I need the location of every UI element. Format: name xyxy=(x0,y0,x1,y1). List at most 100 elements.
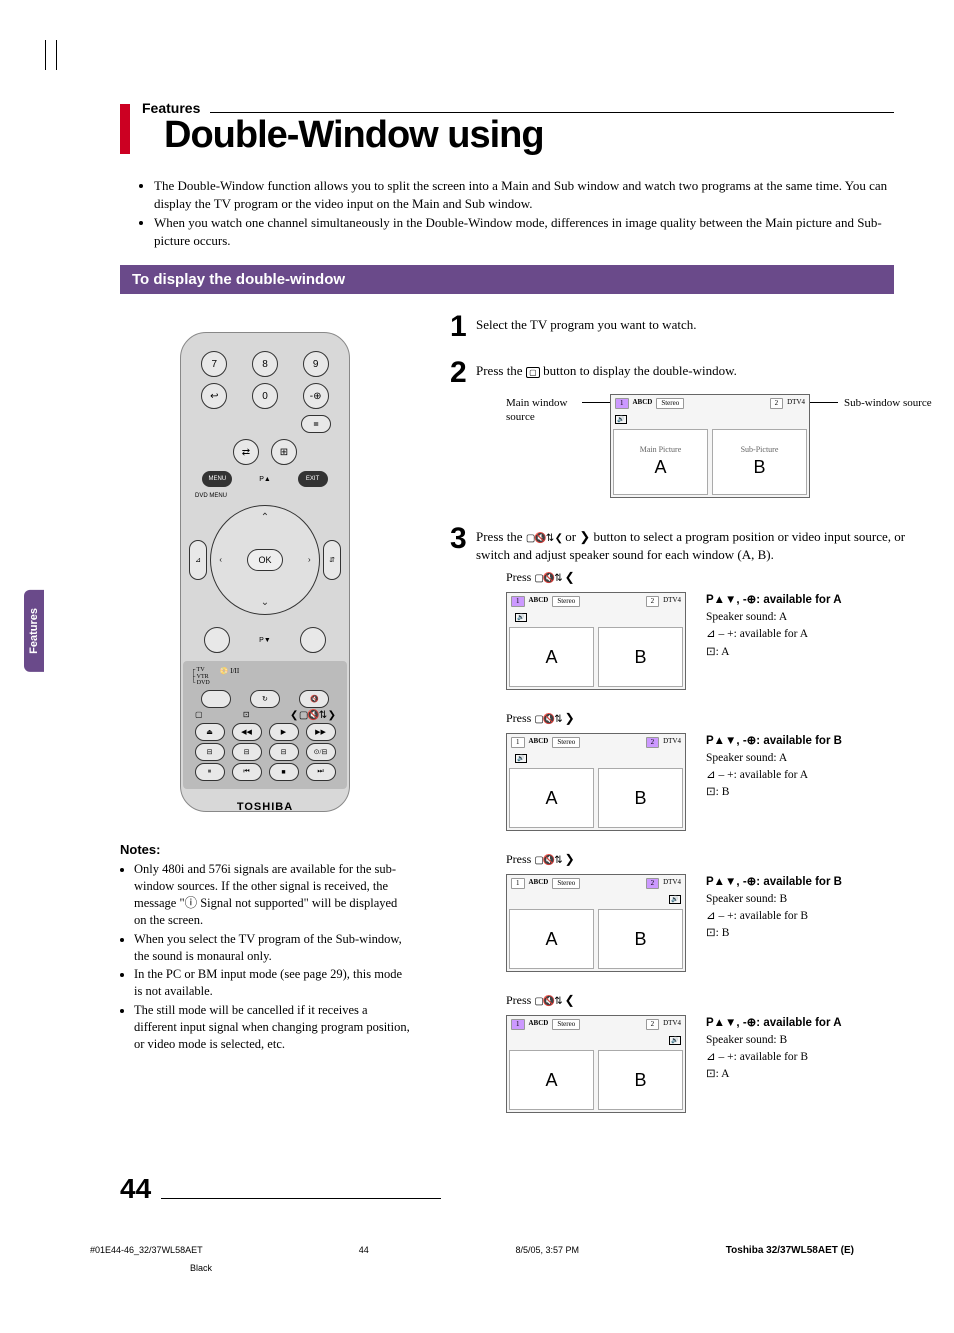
text-icon: ⊟ xyxy=(269,743,299,761)
state-block: Press ▢🔇⇅ ❯ 1 ABCD Stereo 2 DTV4 🔊 xyxy=(506,851,934,972)
stereo-chip: Stereo xyxy=(552,596,580,607)
digit-8: 8 xyxy=(252,351,278,377)
ch-chip: 2 xyxy=(770,398,784,409)
stop-icon: ■ xyxy=(269,763,299,781)
info-line: ⊡: A xyxy=(706,1066,842,1083)
note-item: In the PC or BM input mode (see page 29)… xyxy=(134,966,410,1000)
rewind-icon: ◀◀ xyxy=(232,723,262,741)
text: Press the xyxy=(476,363,526,378)
eject-icon: ⏏ xyxy=(195,723,225,741)
speaker-icon: 🔊 xyxy=(615,415,627,424)
digit-7: 7 xyxy=(201,351,227,377)
nav-ring: ⌃ ⌄ ‹ › OK xyxy=(210,505,320,615)
return-icon: ↩ xyxy=(201,383,227,409)
text: or xyxy=(565,529,579,544)
next-icon: ⏭ xyxy=(306,763,336,781)
ok-button: OK xyxy=(247,549,283,571)
ch-chip: 2 xyxy=(646,878,660,889)
dvd-label: DVD xyxy=(197,680,210,686)
info-line: P▲▼, -⊕: available for B xyxy=(706,876,842,888)
title-accent-bar xyxy=(120,104,130,154)
state-block: Press ▢🔇⇅ ❯ 1 ABCD Stereo 2 DTV4 🔊 xyxy=(506,710,934,831)
prev-icon: ⏮ xyxy=(232,763,262,781)
play-icon: ▶ xyxy=(269,723,299,741)
step-number: 2 xyxy=(450,358,476,508)
av-control-block: ┌ TV ├ VTR └ DVD 📀 I/II ↻ 🔇 ▢ ⊡ ❮ ▢🔇⇅ ❯ xyxy=(183,661,347,789)
vtr-label: VTR xyxy=(197,674,209,680)
mute-icon: 🔇 xyxy=(299,690,329,708)
side-tab-features: Features xyxy=(24,590,44,672)
list-icon: ≣ xyxy=(301,415,331,433)
state-tv: 1 ABCD Stereo 2 DTV4 🔊 A B xyxy=(506,874,686,972)
speaker-icon: 🔊 xyxy=(669,1036,681,1045)
ch-chip: 1 xyxy=(615,398,629,409)
ch-chip: 2 xyxy=(646,737,660,748)
pane-a: A xyxy=(545,786,557,810)
dw-button-icon: ▢ xyxy=(526,367,540,378)
ch-chip: 2 xyxy=(646,1019,660,1030)
dw-nav-icon: ▢🔇⇅ xyxy=(534,996,561,1007)
text-icon: ⊟ xyxy=(232,743,262,761)
step-text: Press the ▢🔇⇅ ❮ or ❯ button to select a … xyxy=(476,524,934,1133)
step-text: Select the TV program you want to watch. xyxy=(476,312,934,342)
note-item: The still mode will be cancelled if it r… xyxy=(134,1002,410,1053)
sub-source-label: Sub-window source xyxy=(844,394,934,410)
info-line: P▲▼, -⊕: available for A xyxy=(706,594,842,606)
state-info: P▲▼, -⊕: available for B Speaker sound: … xyxy=(706,733,842,802)
record-icon: ⊙/⊟ xyxy=(306,743,336,761)
text-icon: ⊟ xyxy=(195,743,225,761)
speaker-icon: 🔊 xyxy=(515,754,527,763)
stereo-chip: Stereo xyxy=(552,878,580,889)
footer-doc-id: #01E44-46_32/37WL58AET xyxy=(90,1245,203,1255)
stereo-chip: Stereo xyxy=(552,737,580,748)
arrow-icon: ❮ xyxy=(565,993,575,1007)
p-down-label: P▼ xyxy=(259,637,271,644)
step-number: 1 xyxy=(450,312,476,342)
abcd-label: ABCD xyxy=(633,398,653,409)
press-label: Press xyxy=(506,711,531,725)
note-item: Only 480i and 576i signals are available… xyxy=(134,861,410,929)
info-line: ⊿ – +: available for A xyxy=(706,626,842,643)
page-number: 44 xyxy=(120,1173,151,1205)
pane-a: A xyxy=(545,645,557,669)
dtv-label: DTV4 xyxy=(787,398,805,409)
ch-chip: 1 xyxy=(511,596,525,607)
pause-icon: ⏸ xyxy=(195,763,225,781)
abcd-label: ABCD xyxy=(529,1019,549,1030)
dw-nav-icon: ▢🔇⇅ xyxy=(534,855,561,866)
intro-bullets: The Double-Window function allows you to… xyxy=(140,177,894,249)
stereo-chip: Stereo xyxy=(552,1019,580,1030)
step-2: 2 Press the ▢ button to display the doub… xyxy=(450,358,934,508)
abcd-label: ABCD xyxy=(529,596,549,607)
footer: #01E44-46_32/37WL58AET Black 44 8/5/05, … xyxy=(90,1245,854,1273)
speaker-icon: 🔊 xyxy=(515,613,527,622)
input-icon: -⊕ xyxy=(303,383,329,409)
still-icon: ⊡ xyxy=(243,710,250,721)
remote-illustration: 7 8 9 ↩ 0 -⊕ ≣ ⇄ ⊞ MENU P▲ EXIT DVD MENU xyxy=(180,332,350,812)
dw-icon: ▢ xyxy=(195,710,203,721)
page-title: Double-Window using xyxy=(164,114,894,157)
info-line: ⊡: B xyxy=(706,784,842,801)
intro-bullet: The Double-Window function allows you to… xyxy=(154,177,894,212)
pane-b: B xyxy=(753,455,765,479)
state-info: P▲▼, -⊕: available for A Speaker sound: … xyxy=(706,1015,842,1084)
dtv-label: DTV4 xyxy=(663,596,681,607)
info-line: P▲▼, -⊕: available for A xyxy=(706,1017,842,1029)
pip-icon: ⊞ xyxy=(271,439,297,465)
subheading: To display the double-window xyxy=(120,265,894,294)
text: Press the xyxy=(476,529,526,544)
nav-down-icon: ⌄ xyxy=(261,597,269,608)
dw-nav-icons: ❮ ▢🔇⇅ ❯ xyxy=(290,710,335,721)
menu-button: MENU xyxy=(202,471,232,487)
main-picture-label: Main Picture xyxy=(640,445,682,456)
ch-chip: 1 xyxy=(511,1019,525,1030)
io-label: I/II xyxy=(230,667,239,675)
state-info: P▲▼, -⊕: available for B Speaker sound: … xyxy=(706,874,842,943)
abcd-label: ABCD xyxy=(529,737,549,748)
notes-block: Notes: Only 480i and 576i signals are av… xyxy=(120,842,410,1053)
footer-model: Toshiba 32/37WL58AET (E) xyxy=(726,1245,854,1273)
tv-label: TV xyxy=(197,667,205,673)
note-item: When you select the TV program of the Su… xyxy=(134,931,410,965)
info-line: Speaker sound: A xyxy=(706,750,842,767)
state-tv: 1 ABCD Stereo 2 DTV4 🔊 A B xyxy=(506,1015,686,1113)
